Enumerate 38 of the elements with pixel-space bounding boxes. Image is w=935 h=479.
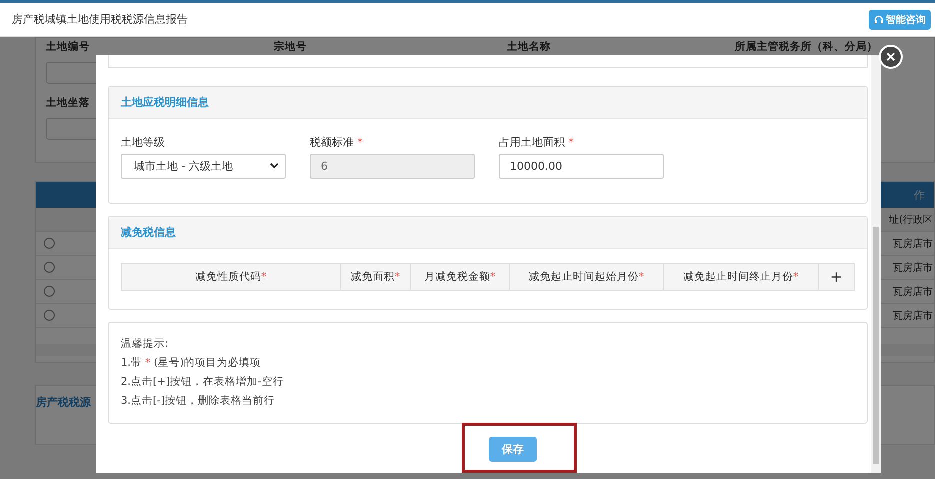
window-title: 房产税城镇土地使用税税源信息报告 — [12, 12, 188, 27]
tip-text: 1.带 * (星号)的项目为必填项 — [121, 356, 262, 370]
tip-text: 3.点击[-]按钮，删除表格当前行 — [121, 394, 276, 408]
column-header: 减免性质代码* — [122, 264, 341, 290]
tip-text: 2.点击[+]按钮，在表格增加-空行 — [121, 374, 285, 389]
section-title: 房产税税源 — [36, 396, 91, 409]
column-header: 减免起止时间起始月份* — [510, 264, 664, 290]
card-title: 土地应税明细信息 — [121, 94, 209, 110]
column-label: 宗地号 — [274, 40, 308, 54]
column-label: 土地名称 — [507, 40, 552, 54]
field-label: 税额标准 * — [310, 134, 364, 150]
column-header: 减免面积* — [341, 264, 411, 290]
headset-icon — [874, 14, 884, 24]
radio-button[interactable] — [44, 286, 55, 297]
field-label: 占用土地面积 * — [499, 134, 575, 150]
input-field[interactable]: 10000.00 — [499, 154, 664, 179]
field-label: 土地等级 — [121, 134, 166, 150]
column-header: 址(行政区 — [889, 214, 934, 226]
card-title: 减免税信息 — [121, 224, 176, 240]
toolbar-label: 作 — [914, 188, 926, 202]
column-label: 土地编号 — [46, 40, 91, 54]
field-label: 土地坐落 — [46, 97, 90, 109]
table-cell-text: 瓦房店市 — [893, 286, 934, 298]
table-cell-text: 瓦房店市 — [893, 310, 934, 322]
table-cell-text: 瓦房店市 — [893, 238, 934, 250]
radio-button[interactable] — [44, 310, 55, 321]
radio-button[interactable] — [44, 238, 55, 249]
column-header: 月减免税金额* — [411, 264, 510, 290]
chevron-down-icon — [270, 163, 279, 170]
close-icon — [886, 52, 896, 62]
column-header: 减免起止时间终止月份* — [664, 264, 819, 290]
select-field[interactable]: 城市土地 - 六级土地 — [121, 154, 286, 179]
table-cell-text: 瓦房店市 — [893, 262, 934, 274]
column-label: 所属主管税务所（科、分局） — [735, 40, 879, 54]
add-row-button[interactable]: + — [830, 268, 843, 286]
radio-button[interactable] — [44, 262, 55, 273]
tips-title: 温馨提示: — [121, 336, 170, 351]
vertical-scrollbar[interactable] — [871, 55, 881, 473]
